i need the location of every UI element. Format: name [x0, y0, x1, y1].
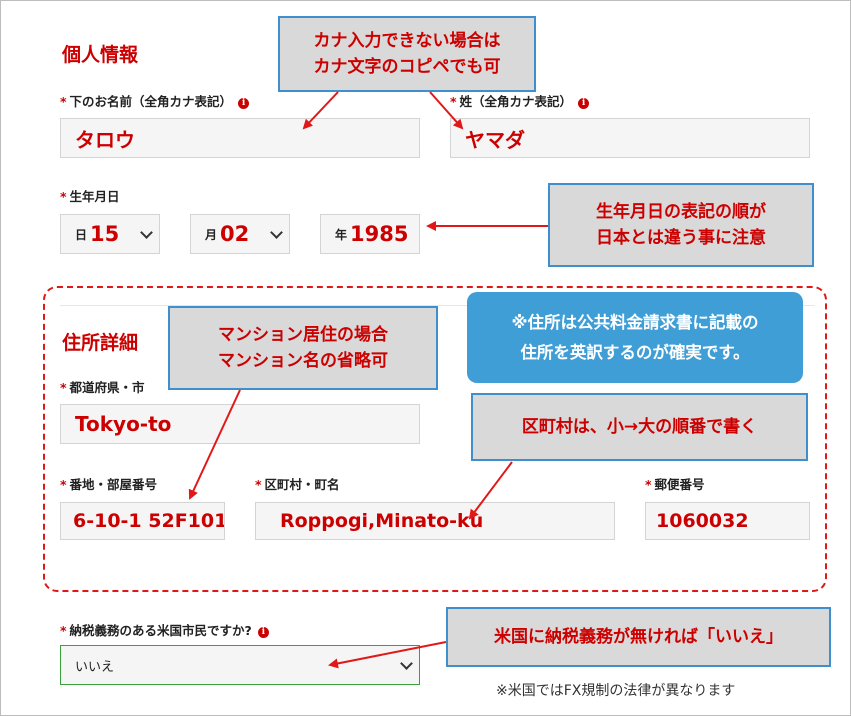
- kana-callout: カナ入力できない場合は カナ文字のコピペでも可: [278, 16, 536, 92]
- first-name-label-text: 下のお名前（全角カナ表記）: [69, 94, 233, 109]
- postal-input[interactable]: 1060032: [645, 502, 810, 540]
- city-input[interactable]: Roppogi,Minato-ku: [255, 502, 615, 540]
- month-value: 02: [220, 222, 250, 246]
- kana-callout-line2: カナ文字のコピペでも可: [313, 57, 501, 77]
- address-tip-box: ※住所は公共料金請求書に記載の 住所を英訳するのが確実です。: [467, 292, 803, 383]
- mansion-callout-line2: マンション名の省略可: [218, 351, 388, 371]
- info-icon[interactable]: i: [257, 627, 269, 638]
- address-order-callout: 区町村は、小→大の順番で書く: [471, 393, 808, 461]
- birth-day-select[interactable]: 日 15: [60, 214, 160, 254]
- street-label: * 番地・部屋番号: [60, 474, 157, 493]
- tax-question-text: 納税義務のある米国市民ですか?: [69, 623, 252, 638]
- address-tip-line2: 住所を英訳するのが確実です。: [520, 342, 750, 362]
- prefecture-input[interactable]: Tokyo-to: [60, 404, 420, 444]
- mansion-callout-line1: マンション居住の場合: [218, 324, 388, 345]
- birth-year-select[interactable]: 年 1985: [320, 214, 420, 254]
- birthdate-callout-line2: 日本とは違う事に注意: [596, 228, 766, 248]
- info-icon[interactable]: i: [238, 98, 250, 109]
- birthdate-label: * 生年月日: [60, 186, 120, 205]
- last-name-input[interactable]: ヤマダ: [450, 118, 810, 158]
- city-label: * 区町村・町名: [255, 474, 340, 493]
- month-prefix: 月: [205, 227, 218, 242]
- last-name-label: * 姓（全角カナ表記） i: [450, 91, 590, 110]
- postal-label-text: 郵便番号: [654, 477, 705, 492]
- tax-question-label: * 納税義務のある米国市民ですか? i: [60, 620, 269, 639]
- first-name-input[interactable]: タロウ: [60, 118, 420, 158]
- chevron-down-icon: [270, 226, 283, 239]
- required-marker: *: [60, 477, 67, 492]
- required-marker: *: [645, 477, 652, 492]
- chevron-down-icon: [400, 657, 413, 670]
- chevron-down-icon: [140, 226, 153, 239]
- day-value: 15: [90, 222, 120, 246]
- kana-callout-line1: カナ入力できない場合は: [313, 30, 501, 51]
- required-marker: *: [60, 380, 67, 395]
- tax-selected-value: いいえ: [75, 659, 115, 675]
- prefecture-label-text: 都道府県・市: [69, 380, 145, 395]
- address-order-text: 区町村は、小→大の順番で書く: [521, 416, 758, 437]
- required-marker: *: [60, 94, 67, 109]
- required-marker: *: [60, 189, 67, 204]
- personal-section-title: 個人情報: [62, 44, 139, 66]
- year-prefix: 年: [335, 227, 348, 242]
- street-input[interactable]: 6-10-1 52F101: [60, 502, 225, 540]
- tax-callout: 米国に納税義務が無ければ「いいえ」: [446, 607, 831, 667]
- street-label-text: 番地・部屋番号: [69, 477, 158, 492]
- year-value: 1985: [350, 222, 409, 246]
- day-prefix: 日: [75, 227, 88, 242]
- address-section-title: 住所詳細: [62, 332, 139, 354]
- last-name-label-text: 姓（全角カナ表記）: [459, 94, 573, 109]
- tax-footnote: ※米国ではFX規制の法律が異なります: [496, 683, 736, 699]
- info-icon[interactable]: i: [578, 98, 590, 109]
- tax-callout-text: 米国に納税義務が無ければ「いいえ」: [494, 626, 783, 647]
- required-marker: *: [60, 623, 67, 638]
- address-tip-line1: ※住所は公共料金請求書に記載の: [511, 312, 759, 332]
- birthdate-label-text: 生年月日: [69, 189, 120, 204]
- city-label-text: 区町村・町名: [264, 477, 340, 492]
- birthdate-callout-line1: 生年月日の表記の順が: [596, 201, 766, 222]
- tax-status-select[interactable]: いいえ: [60, 645, 420, 685]
- birthdate-callout: 生年月日の表記の順が 日本とは違う事に注意: [548, 183, 814, 267]
- prefecture-label: * 都道府県・市: [60, 377, 145, 396]
- required-marker: *: [450, 94, 457, 109]
- required-marker: *: [255, 477, 262, 492]
- first-name-label: * 下のお名前（全角カナ表記） i: [60, 91, 250, 110]
- birth-month-select[interactable]: 月 02: [190, 214, 290, 254]
- mansion-callout: マンション居住の場合 マンション名の省略可: [168, 306, 438, 390]
- postal-label: * 郵便番号: [645, 474, 705, 493]
